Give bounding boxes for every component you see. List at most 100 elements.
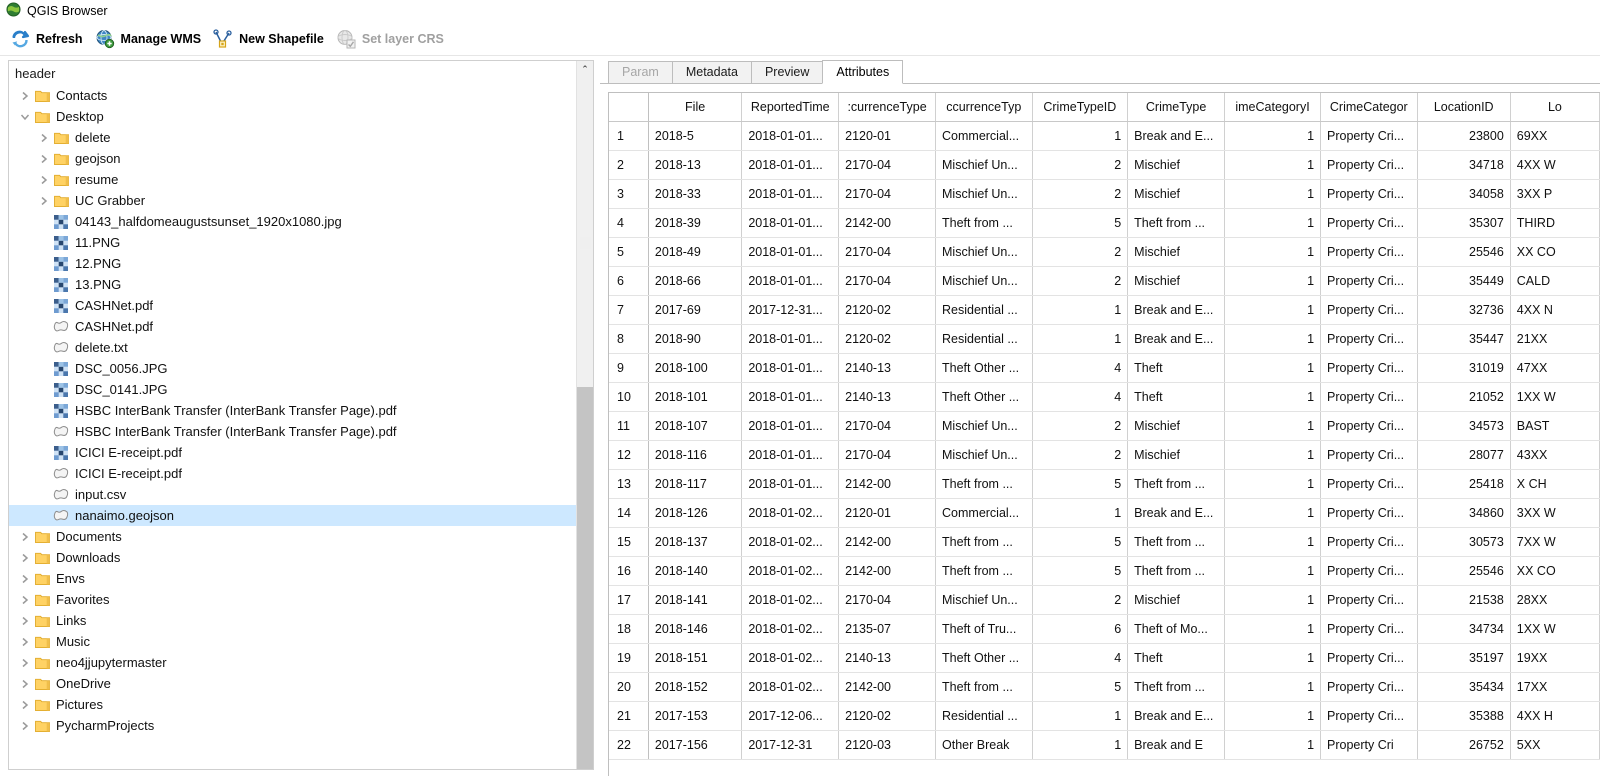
table-cell[interactable]: Mischief: [1127, 179, 1226, 209]
chevron-right-icon[interactable]: [17, 616, 33, 626]
table-cell[interactable]: 47XX: [1510, 353, 1600, 383]
table-cell[interactable]: 2018-01-01...: [741, 121, 840, 151]
table-cell[interactable]: 2018-141: [648, 585, 743, 615]
table-cell[interactable]: Theft from ...: [1127, 527, 1226, 557]
table-cell[interactable]: 1: [1224, 382, 1322, 412]
table-cell[interactable]: Mischief: [1127, 237, 1226, 267]
table-cell[interactable]: 2170-04: [838, 237, 937, 267]
table-cell[interactable]: 2017-12-06...: [741, 701, 840, 731]
table-cell[interactable]: 2120-01: [838, 121, 937, 151]
table-row[interactable]: 16 2018-140 2018-01-02... 2142-00 Theft from…: [609, 556, 1600, 586]
chevron-right-icon[interactable]: [17, 553, 33, 563]
table-cell[interactable]: 1: [1224, 701, 1322, 731]
table-cell[interactable]: 2: [1032, 440, 1129, 470]
table-cell[interactable]: 2018-01-01...: [741, 266, 840, 296]
tree-item[interactable]: 04143_halfdomeaugustsunset_1920x1080.jpg: [9, 211, 593, 232]
table-cell[interactable]: 2170-04: [838, 440, 937, 470]
row-number-cell[interactable]: 15: [609, 527, 649, 557]
attributes-table[interactable]: File ReportedTime:currenceType ccurrenceTy…: [609, 93, 1600, 760]
table-cell[interactable]: 35307: [1417, 208, 1511, 238]
table-cell[interactable]: 25546: [1417, 237, 1511, 267]
table-cell[interactable]: 1: [1224, 440, 1322, 470]
table-cell[interactable]: X CH: [1510, 469, 1600, 499]
tree-item[interactable]: HSBC InterBank Transfer (InterBank Trans…: [9, 421, 593, 442]
table-cell[interactable]: 2170-04: [838, 150, 937, 180]
table-cell[interactable]: 28XX: [1510, 585, 1600, 615]
table-cell[interactable]: 2018-01-01...: [741, 469, 840, 499]
table-cell[interactable]: 5: [1032, 527, 1129, 557]
column-header[interactable]: imeCategoryI: [1224, 93, 1322, 122]
table-cell[interactable]: Property Cri...: [1320, 411, 1418, 441]
column-header[interactable]: Lo: [1510, 93, 1600, 122]
table-cell[interactable]: 21XX: [1510, 324, 1600, 354]
table-cell[interactable]: 2018-01-02...: [741, 643, 840, 673]
table-row[interactable]: 5 2018-49 2018-01-01... 2170-04 Mischief Un.…: [609, 237, 1600, 267]
table-cell[interactable]: 1: [1224, 208, 1322, 238]
table-cell[interactable]: 2018-126: [648, 498, 743, 528]
table-cell[interactable]: 2018-5: [648, 121, 743, 151]
table-cell[interactable]: Other Break: [935, 730, 1033, 760]
tree-item[interactable]: Links: [9, 610, 593, 631]
table-cell[interactable]: 1: [1224, 411, 1322, 441]
table-cell[interactable]: Break and E...: [1127, 121, 1226, 151]
chevron-right-icon[interactable]: [36, 133, 52, 143]
table-cell[interactable]: 1: [1224, 353, 1322, 383]
table-cell[interactable]: 5: [1032, 672, 1129, 702]
table-cell[interactable]: 1: [1032, 121, 1129, 151]
table-cell[interactable]: CALD: [1510, 266, 1600, 296]
table-cell[interactable]: Theft: [1127, 353, 1226, 383]
tree-item[interactable]: CASHNet.pdf: [9, 295, 593, 316]
table-cell[interactable]: Break and E...: [1127, 498, 1226, 528]
table-cell[interactable]: Property Cri...: [1320, 701, 1418, 731]
refresh-button[interactable]: Refresh: [8, 25, 93, 53]
tree-item[interactable]: 12.PNG: [9, 253, 593, 274]
table-cell[interactable]: 2018-140: [648, 556, 743, 586]
table-cell[interactable]: 1: [1224, 237, 1322, 267]
chevron-right-icon[interactable]: [17, 721, 33, 731]
table-cell[interactable]: 1: [1224, 672, 1322, 702]
table-cell[interactable]: Property Cri...: [1320, 121, 1418, 151]
table-cell[interactable]: 2018-01-01...: [741, 150, 840, 180]
table-row[interactable]: 11 2018-107 2018-01-01... 2170-04 Mischief U…: [609, 411, 1600, 441]
tree-item[interactable]: CASHNet.pdf: [9, 316, 593, 337]
table-cell[interactable]: 2018-90: [648, 324, 743, 354]
table-cell[interactable]: 2: [1032, 411, 1129, 441]
table-cell[interactable]: 5: [1032, 208, 1129, 238]
table-cell[interactable]: 2018-01-02...: [741, 527, 840, 557]
table-row[interactable]: 14 2018-126 2018-01-02... 2120-01 Commercial…: [609, 498, 1600, 528]
table-cell[interactable]: 2017-156: [648, 730, 743, 760]
table-cell[interactable]: 19XX: [1510, 643, 1600, 673]
table-cell[interactable]: Theft from ...: [935, 556, 1033, 586]
table-cell[interactable]: 23800: [1417, 121, 1511, 151]
table-cell[interactable]: 2018-49: [648, 237, 743, 267]
table-cell[interactable]: Break and E: [1127, 730, 1226, 760]
row-number-cell[interactable]: 5: [609, 237, 649, 267]
table-row[interactable]: 18 2018-146 2018-01-02... 2135-07 Theft of T…: [609, 614, 1600, 644]
table-cell[interactable]: 43XX: [1510, 440, 1600, 470]
table-cell[interactable]: Theft Other ...: [935, 353, 1033, 383]
column-header[interactable]: File: [648, 93, 743, 122]
row-number-cell[interactable]: 11: [609, 411, 649, 441]
table-cell[interactable]: 2018-137: [648, 527, 743, 557]
table-row[interactable]: 2 2018-13 2018-01-01... 2170-04 Mischief Un.…: [609, 150, 1600, 180]
table-cell[interactable]: 2142-00: [838, 527, 937, 557]
table-cell[interactable]: 2: [1032, 237, 1129, 267]
table-row[interactable]: 10 2018-101 2018-01-01... 2140-13 Theft Othe…: [609, 382, 1600, 412]
tree-item[interactable]: Pictures: [9, 694, 593, 715]
scroll-up-arrow-icon[interactable]: ⌃: [577, 61, 593, 78]
table-cell[interactable]: 35449: [1417, 266, 1511, 296]
table-cell[interactable]: Property Cri...: [1320, 237, 1418, 267]
chevron-right-icon[interactable]: [17, 91, 33, 101]
table-cell[interactable]: Commercial...: [935, 498, 1033, 528]
row-number-cell[interactable]: 17: [609, 585, 649, 615]
table-cell[interactable]: 3XX P: [1510, 179, 1600, 209]
table-cell[interactable]: 32736: [1417, 295, 1511, 325]
table-cell[interactable]: 2018-116: [648, 440, 743, 470]
table-cell[interactable]: Property Cri...: [1320, 440, 1418, 470]
table-cell[interactable]: 2120-01: [838, 498, 937, 528]
tree-item[interactable]: input.csv: [9, 484, 593, 505]
column-header[interactable]: CrimeCategor: [1320, 93, 1418, 122]
table-cell[interactable]: 2142-00: [838, 208, 937, 238]
manage-wms-button[interactable]: Manage WMS: [93, 25, 212, 53]
table-cell[interactable]: 34718: [1417, 150, 1511, 180]
